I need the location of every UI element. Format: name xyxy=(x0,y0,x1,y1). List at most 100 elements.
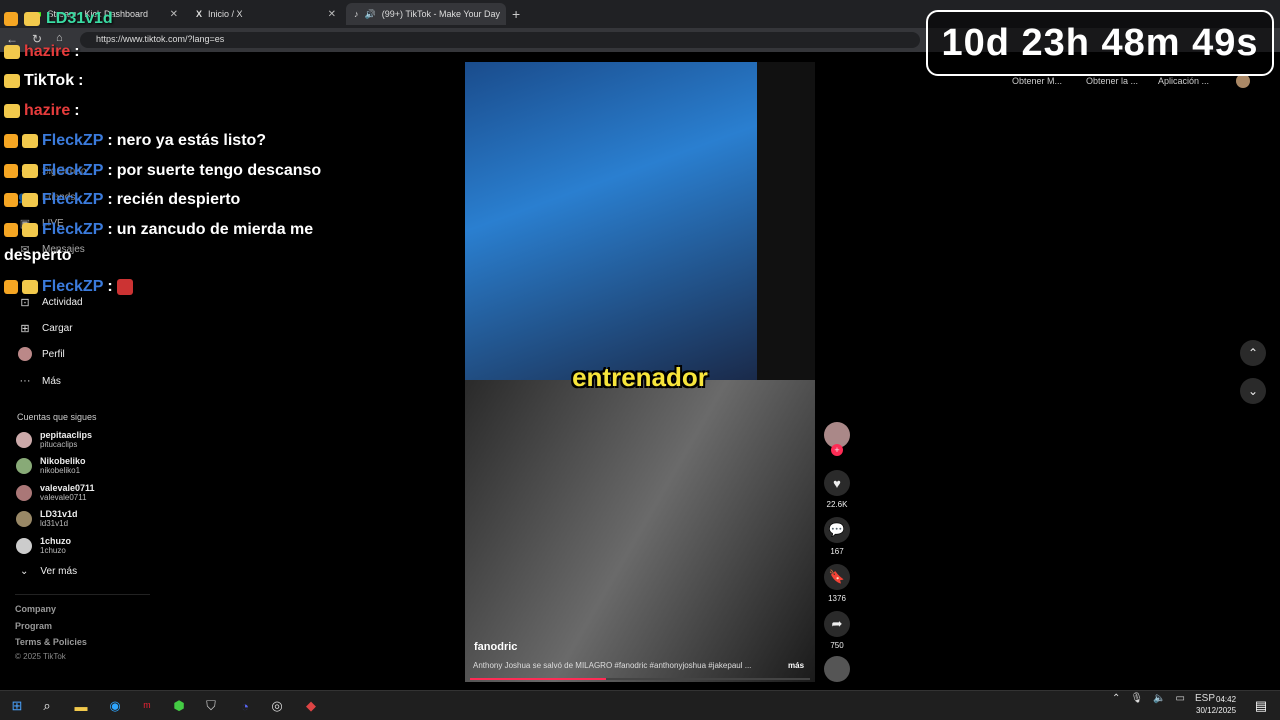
extension-item[interactable]: Aplicación ... xyxy=(1158,76,1209,86)
file-explorer-icon[interactable]: ▬ xyxy=(72,697,90,715)
sidebar-item-upload[interactable]: ⊞ Cargar xyxy=(18,321,72,335)
notifications-icon[interactable]: ▤ xyxy=(1252,697,1270,715)
crown-icon xyxy=(22,193,38,207)
sidebar-item-more[interactable]: ··· Más xyxy=(18,374,61,388)
video-caption-word: entrenador xyxy=(572,362,708,392)
chat-line: FleckZP: xyxy=(4,278,133,296)
crown-icon xyxy=(4,104,20,118)
share-button[interactable]: ➦ 750 xyxy=(822,611,852,650)
clock-date: 30/12/2025 xyxy=(1196,706,1237,715)
video-progress-fill xyxy=(470,678,606,680)
stream-chat-header: LD31v1d xyxy=(4,10,113,28)
comment-count: 167 xyxy=(830,547,844,556)
upload-icon: ⊞ xyxy=(20,322,30,335)
video-author[interactable]: fanodric xyxy=(474,641,517,653)
url-field[interactable]: https://www.tiktok.com/?lang=es xyxy=(80,32,920,48)
obs-icon[interactable]: ◎ xyxy=(268,697,286,715)
chevron-up-icon: ⌃ xyxy=(1247,346,1259,360)
chat-line: desperto xyxy=(4,247,72,264)
speaker-icon[interactable]: 🔊 xyxy=(365,9,376,20)
crown-icon xyxy=(24,12,40,26)
box-icon xyxy=(4,12,18,26)
avatar xyxy=(16,457,32,474)
edge-browser-icon[interactable]: ◉ xyxy=(106,697,124,715)
tab-x-home[interactable]: X Inicio / X ✕ xyxy=(188,3,344,25)
x-logo-icon: X xyxy=(196,9,203,19)
comment-icon: 💬 xyxy=(824,517,850,543)
emote-icon xyxy=(116,279,133,295)
windows-taskbar xyxy=(0,690,1280,720)
see-more-link[interactable]: ⌄ Ver más xyxy=(20,566,77,577)
chat-line: TikTok: xyxy=(4,72,83,90)
volume-icon[interactable]: 🔈 xyxy=(1153,693,1165,704)
microphone-icon[interactable]: 🎙 xyxy=(1130,693,1143,704)
crown-icon xyxy=(4,74,20,88)
sub-badge-icon xyxy=(4,164,18,178)
chat-line: hazire: xyxy=(4,102,80,120)
footer-program-link[interactable]: Program xyxy=(15,621,52,631)
new-tab-button[interactable]: + xyxy=(512,6,520,22)
app-icon[interactable]: ⬢ xyxy=(170,697,188,715)
chat-line: FleckZP: un zancudo de mierda me xyxy=(4,221,313,239)
clock[interactable]: 04:42 30/12/2025 xyxy=(1196,694,1236,716)
search-icon[interactable]: ⌕ xyxy=(38,697,56,715)
tab-tiktok[interactable]: ♪ 🔊 (99+) TikTok - Make Your Day ✕ xyxy=(346,3,506,25)
app-icon[interactable]: ᵐ xyxy=(138,697,156,715)
sub-badge-icon xyxy=(4,280,18,294)
author-avatar-button[interactable]: + xyxy=(822,422,852,456)
avatar xyxy=(16,431,32,448)
activity-icon: ⊡ xyxy=(20,296,30,309)
comment-button[interactable]: 💬 167 xyxy=(822,517,852,556)
following-account[interactable]: pepitaaclips pitucaclips xyxy=(16,430,92,449)
stream-name: LD31v1d xyxy=(46,10,113,27)
chat-line: hazire: xyxy=(4,43,80,61)
chat-line: FleckZP: nero ya estás listo? xyxy=(4,132,266,150)
crown-icon xyxy=(22,164,38,178)
shield-icon[interactable]: ⛉ xyxy=(202,697,220,715)
following-account[interactable]: LD31v1d ld31v1d xyxy=(16,509,78,528)
app-icon[interactable]: ◆ xyxy=(302,697,320,715)
windows-start-icon[interactable]: ⊞ xyxy=(8,697,26,715)
music-disc-button[interactable] xyxy=(822,656,852,686)
sidebar-item-profile[interactable]: Perfil xyxy=(18,347,65,361)
video-description: Anthony Joshua se salvó de MILAGRO #fano… xyxy=(473,661,752,670)
avatar xyxy=(16,537,32,554)
following-heading: Cuentas que sigues xyxy=(17,412,97,422)
footer-company-link[interactable]: Company xyxy=(15,604,56,614)
network-icon[interactable]: ▭ xyxy=(1176,693,1185,704)
crown-icon xyxy=(22,223,38,237)
close-icon[interactable]: ✕ xyxy=(328,9,336,20)
like-button[interactable]: ♥ 22.6K xyxy=(822,470,852,509)
video-progress-track[interactable] xyxy=(470,678,810,680)
chevron-down-icon: ⌄ xyxy=(1247,384,1259,398)
extension-item[interactable]: Obtener M... xyxy=(1012,76,1062,86)
avatar[interactable] xyxy=(1236,74,1250,88)
crown-icon xyxy=(4,45,20,59)
following-account[interactable]: 1chuzo 1chuzo xyxy=(16,536,71,555)
save-button[interactable]: 🔖 1376 xyxy=(822,564,852,603)
heart-icon: ♥ xyxy=(824,470,850,496)
tab-title: (99+) TikTok - Make Your Day xyxy=(381,9,501,19)
save-count: 1376 xyxy=(828,594,846,603)
extension-item[interactable]: Obtener la ... xyxy=(1086,76,1138,86)
next-video-button[interactable]: ⌄ xyxy=(1240,378,1266,404)
tab-title: Inicio / X xyxy=(208,9,243,19)
share-icon: ➦ xyxy=(824,611,850,637)
bookmark-icon: 🔖 xyxy=(824,564,850,590)
avatar xyxy=(16,484,32,501)
follow-plus-icon[interactable]: + xyxy=(831,444,843,456)
chevron-up-icon[interactable]: ⌃ xyxy=(1112,693,1120,704)
like-count: 22.6K xyxy=(826,500,848,509)
chat-line: FleckZP: por suerte tengo descanso xyxy=(4,162,321,180)
sidebar-item-activity[interactable]: ⊡ Actividad xyxy=(18,295,82,309)
previous-video-button[interactable]: ⌃ xyxy=(1240,340,1266,366)
divider xyxy=(15,594,150,595)
footer-terms-link[interactable]: Terms & Policies xyxy=(15,637,87,647)
more-link[interactable]: más xyxy=(788,661,804,670)
crown-icon xyxy=(22,280,38,294)
discord-icon[interactable]: ◔ xyxy=(236,697,254,715)
close-icon[interactable]: ✕ xyxy=(170,9,178,20)
sub-badge-icon xyxy=(4,134,18,148)
following-account[interactable]: Nikobeliko nikobeliko1 xyxy=(16,456,86,475)
following-account[interactable]: valevale0711 valevale0711 xyxy=(16,483,95,502)
